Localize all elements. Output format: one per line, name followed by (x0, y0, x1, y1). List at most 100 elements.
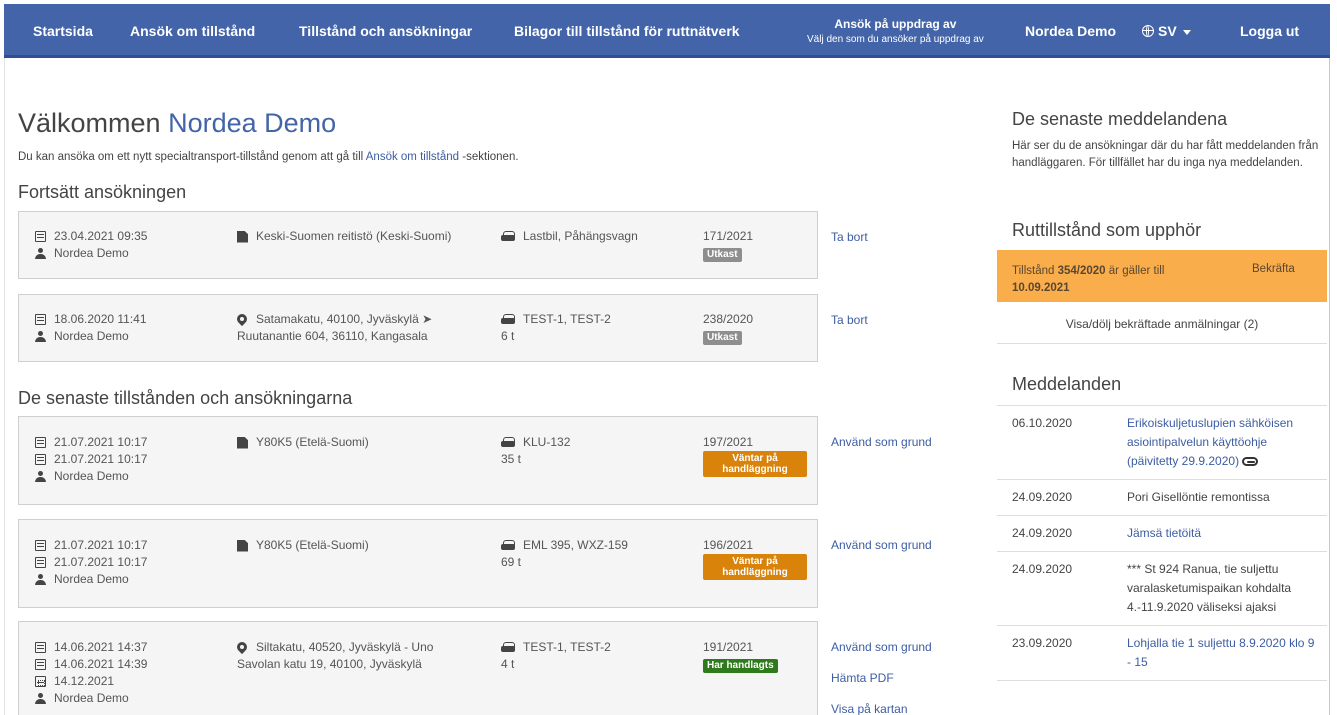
nav-on-behalf-subtitle: Välj den som du ansöker på uppdrag av (807, 34, 984, 45)
nav-user[interactable]: Nordea Demo (1025, 4, 1116, 58)
application-route-name: Y80K5 (Etelä-Suomi) (256, 435, 369, 449)
draft-route: Keski-Suomen reitistö (Keski-Suomi) (237, 228, 451, 245)
nav-startsida-label: Startsida (33, 23, 93, 39)
application-number: 196/2021 Väntar på handläggning (703, 537, 807, 580)
draft-route-name: Keski-Suomen reitistö (Keski-Suomi) (256, 229, 452, 243)
download-pdf-link[interactable]: Hämta PDF (831, 671, 894, 685)
application-dates: 14.06.2021 14:37 14.06.2021 14:39 14.12.… (35, 639, 147, 707)
application-number: 191/2021 Har handlagts (703, 639, 778, 673)
message-item: 24.09.2020 *** St 924 Ranua, tie suljett… (997, 552, 1327, 626)
message-link[interactable]: Jämsä tietöitä (1127, 516, 1327, 551)
message-date: 24.09.2020 (1012, 562, 1073, 576)
message-text: Erikoiskuljetuslupien sähköisen asiointi… (1127, 416, 1294, 468)
draft-dates: 18.06.2020 11:41 Nordea Demo (35, 311, 147, 345)
draft-user: Nordea Demo (54, 329, 129, 343)
calendar-icon (35, 642, 46, 653)
message-date: 24.09.2020 (1012, 526, 1073, 540)
top-navigation: Startsida Ansök om tillstånd Tillstånd o… (4, 4, 1330, 58)
intro-text-before: Du kan ansöka om ett nytt specialtranspo… (18, 151, 364, 163)
car-icon (501, 231, 515, 242)
application-weight: 69 t (501, 555, 522, 569)
application-user: Nordea Demo (54, 469, 129, 483)
page-title: Välkommen Nordea Demo (18, 108, 336, 139)
show-on-map-link[interactable]: Visa på kartan (831, 702, 908, 715)
draft-card: 18.06.2020 11:41 Nordea Demo Satamakatu,… (18, 294, 818, 362)
application-permit-number: 191/2021 (703, 640, 754, 654)
nav-apply-permit-label: Ansök om tillstånd (130, 23, 256, 39)
draft-permit-number: 238/2020 (703, 312, 754, 326)
nav-logout-label: Logga ut (1240, 23, 1300, 39)
application-user: Nordea Demo (54, 572, 129, 586)
nav-language-dropdown[interactable]: SV (1142, 4, 1191, 58)
location-pin-icon (237, 314, 248, 326)
apply-permit-link[interactable]: Ansök om tillstånd (366, 151, 459, 163)
application-card: 14.06.2021 14:37 14.06.2021 14:39 14.12.… (18, 621, 818, 715)
application-dates: 21.07.2021 10:17 21.07.2021 10:17 Nordea… (35, 434, 147, 485)
nav-apply-on-behalf[interactable]: Ansök på uppdrag av Välj den som du ansö… (807, 4, 984, 58)
intro-text-after: -sektionen. (462, 151, 519, 163)
application-dates: 21.07.2021 10:17 21.07.2021 10:17 Nordea… (35, 537, 147, 588)
application-route: Siltakatu, 40520, Jyväskylä - Uno Savola… (237, 639, 433, 673)
application-created-date: 21.07.2021 10:17 (54, 538, 148, 552)
car-icon (501, 314, 515, 325)
intro-text: Du kan ansöka om ett nytt specialtranspo… (18, 151, 519, 163)
message-item: 23.09.2020 Lohjalla tie 1 suljettu 8.9.2… (997, 626, 1327, 681)
use-as-base-link[interactable]: Använd som grund (831, 640, 932, 654)
application-created-date: 14.06.2021 14:37 (54, 640, 148, 654)
application-route: Y80K5 (Etelä-Suomi) (237, 434, 369, 451)
draft-vehicle: Lastbil, Påhängsvagn (501, 228, 638, 245)
user-icon (35, 331, 46, 342)
delete-draft-link[interactable]: Ta bort (831, 313, 868, 327)
nav-logout[interactable]: Logga ut (1240, 4, 1299, 58)
message-item: 24.09.2020 Jämsä tietöitä (997, 516, 1327, 552)
messages-heading: Meddelanden (1012, 374, 1122, 394)
draft-route-start: Satamakatu, 40100, Jyväskylä ➤ (256, 312, 433, 326)
nav-permits-applications[interactable]: Tillstånd och ansökningar (299, 4, 472, 58)
nav-language-label: SV (1158, 23, 1177, 39)
calendar-icon (35, 437, 46, 448)
nav-startsida[interactable]: Startsida (33, 4, 93, 58)
application-created-date: 21.07.2021 10:17 (54, 435, 148, 449)
user-icon (35, 248, 46, 259)
calendar-icon (35, 540, 46, 551)
location-pin-icon (237, 642, 248, 654)
delete-draft-link[interactable]: Ta bort (831, 230, 868, 244)
application-valid-date: 14.12.2021 (54, 674, 115, 688)
car-icon (501, 437, 515, 448)
application-sent-date: 21.07.2021 10:17 (54, 555, 148, 569)
nav-route-attachments-label: Bilagor till tillstånd för ruttnätverk (514, 23, 740, 39)
message-date: 23.09.2020 (1012, 636, 1073, 650)
welcome-name: Nordea Demo (168, 108, 337, 138)
message-item: 24.09.2020 Pori Gisellöntie remontissa (997, 480, 1327, 516)
draft-card: 23.04.2021 09:35 Nordea Demo Keski-Suome… (18, 211, 818, 279)
application-weight: 35 t (501, 452, 522, 466)
use-as-base-link[interactable]: Använd som grund (831, 435, 932, 449)
use-as-base-link[interactable]: Använd som grund (831, 538, 932, 552)
toggle-confirmed-notices[interactable]: Visa/dölj bekräftade anmälningar (2) (997, 302, 1327, 344)
application-route-name: Y80K5 (Etelä-Suomi) (256, 538, 369, 552)
expiring-permit-text: Tillstånd 354/2020 är gäller till 10.09.… (1012, 263, 1164, 297)
nav-permits-applications-label: Tillstånd och ansökningar (299, 23, 473, 39)
car-icon (501, 642, 515, 653)
expiring-prefix: Tillstånd (1012, 265, 1055, 277)
draft-vehicle: TEST-1, TEST-2 6 t (501, 311, 611, 345)
nav-apply-permit[interactable]: Ansök om tillstånd (130, 4, 255, 58)
status-badge-line1: Väntar på (732, 453, 778, 464)
car-icon (501, 540, 515, 551)
application-vehicle: KLU-132 35 t (501, 434, 570, 468)
message-date: 06.10.2020 (1012, 416, 1073, 430)
application-permit-number: 196/2021 (703, 538, 754, 552)
application-sent-date: 14.06.2021 14:39 (54, 657, 148, 671)
calendar-icon (35, 231, 46, 242)
confirm-button[interactable]: Bekräfta (1252, 263, 1295, 275)
expiring-date: 10.09.2021 (1012, 282, 1070, 294)
nav-user-label: Nordea Demo (1025, 23, 1117, 39)
globe-icon (1142, 24, 1154, 37)
expiring-permit-number: 354/2020 (1057, 265, 1106, 277)
message-link[interactable]: Erikoiskuljetuslupien sähköisen asiointi… (1127, 406, 1327, 479)
application-vehicle: TEST-1, TEST-2 4 t (501, 639, 611, 673)
nav-route-attachments[interactable]: Bilagor till tillstånd för ruttnätverk (514, 4, 740, 58)
draft-permit-number: 171/2021 (703, 229, 754, 243)
message-link[interactable]: Lohjalla tie 1 suljettu 8.9.2020 klo 9 -… (1127, 626, 1327, 680)
expiring-mid: är gäller till (1108, 265, 1165, 277)
